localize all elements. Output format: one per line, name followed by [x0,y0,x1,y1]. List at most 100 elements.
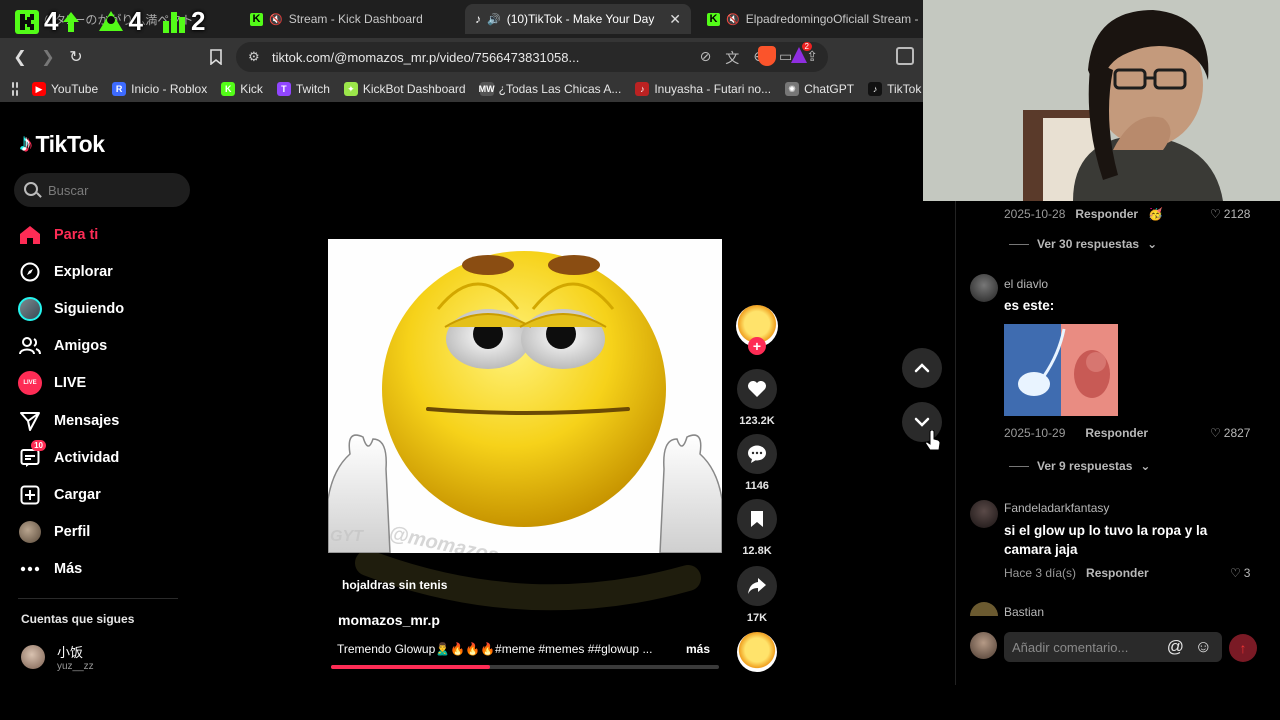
sidebar-item-siguiendo[interactable]: Siguiendo [18,290,198,327]
no-tracking-icon[interactable]: ⊘ [700,48,712,68]
chevron-down-icon: ⌄ [1147,237,1158,251]
sidebar-item-explorar[interactable]: Explorar [18,253,198,290]
like-count: 123.2K [739,415,775,427]
search-input[interactable]: Buscar [14,173,190,207]
forward-icon[interactable]: ❯ [34,43,62,71]
sidebar-item-para-ti[interactable]: Para ti [18,216,198,253]
music-disc-avatar[interactable] [737,632,777,672]
more-icon [18,557,42,581]
tiktok-logo[interactable]: ♪ TikTok [20,130,105,158]
previous-video-button[interactable] [902,348,942,388]
comment-like-count: 2827 [1223,426,1251,440]
bookmark-favicon-icon: T [276,82,291,96]
comment-action[interactable]: 1146 [737,434,777,492]
webcam-person-image [923,0,1280,201]
caption-more-link[interactable]: más [686,642,710,656]
back-icon[interactable]: ❮ [6,43,34,71]
sidebar-item-mensajes[interactable]: Mensajes [18,402,198,439]
overlay-counter-bars: 2 [161,6,205,37]
bookmark-icon[interactable] [737,499,777,539]
heart-icon[interactable] [737,369,777,409]
rewards-badge: 2 [801,42,812,51]
bookmark-item[interactable]: ♪ TikTok - [868,82,929,96]
translate-icon[interactable]: 文 [725,48,739,68]
video-player[interactable]: @momazos_mr.p [328,239,722,553]
brave-rewards-icon[interactable]: 2 [790,42,812,64]
search-icon [24,182,38,196]
share-icon[interactable]: ⇪ [806,48,818,68]
friends-icon [18,334,42,358]
avatar[interactable] [970,602,998,616]
tab-tiktok[interactable]: ♪ 🔊 (10)TikTok - Make Your Day ✕ [465,4,691,34]
comment-icon[interactable] [737,434,777,474]
comment-username[interactable]: el diavlo [1004,277,1048,291]
avatar[interactable] [970,500,998,528]
share-arrow-icon[interactable] [737,566,777,606]
bookmark-item[interactable]: R Inicio - Roblox [112,82,207,96]
bookmark-item[interactable]: ✺ ChatGPT [785,82,854,96]
muted-speaker-icon[interactable]: 🔇 [269,13,283,26]
bookmark-item[interactable]: K Kick [221,82,263,96]
heart-outline-icon[interactable]: ♡ [1210,207,1221,221]
bookmark-item[interactable]: ✦ KickBot Dashboard [343,82,466,96]
share-count: 17K [746,612,768,624]
comment-like[interactable]: ♡ 2128 [1210,207,1250,221]
sidebar-item-perfil[interactable]: Perfil [18,514,198,551]
bookmark-item[interactable]: ▶ YouTube [32,82,98,96]
heart-outline-icon[interactable]: ♡ [1210,426,1221,440]
reload-icon[interactable]: ↻ [62,43,90,71]
comment-username[interactable]: Bastian [1004,605,1044,619]
comment-text: si el glow up lo tuvo la ropa y la camar… [1004,523,1208,557]
bookmark-item[interactable]: T Twitch [276,82,330,96]
video-sound-name[interactable]: hojaldras sin tenis [342,578,447,592]
following-account[interactable]: 小饭 yuz__zz [21,642,94,672]
emoji-icon[interactable]: ☺ [1195,637,1212,657]
save-count: 12.8K [742,545,772,557]
sidebar-item-label: Cargar [54,486,101,503]
heart-outline-icon[interactable]: ♡ [1230,566,1241,580]
post-comment-button[interactable]: ↑ [1229,634,1257,662]
video-progress-bar[interactable] [331,665,719,669]
bookmark-item[interactable]: ♪ Inuyasha - Futari no... [635,82,771,96]
sidebar-item-amigos[interactable]: Amigos [18,328,198,365]
site-settings-icon[interactable]: ⚙ [248,49,260,65]
save-action[interactable]: 12.8K [737,499,777,557]
reply-button[interactable]: Responder [1086,566,1149,580]
sidebar-item-cargar[interactable]: Cargar [18,476,198,513]
sidebar-item-mas[interactable]: Más [18,551,198,588]
like-action[interactable]: 123.2K [737,369,777,427]
sidebar-item-actividad[interactable]: 10 Actividad [18,439,198,476]
add-comment-input[interactable]: Añadir comentario... @ ☺ [1004,632,1222,662]
comment-like[interactable]: ♡ 3 [1230,566,1250,580]
arrow-up-icon [63,11,80,32]
comment-sticker-image[interactable] [1004,324,1118,416]
reply-button[interactable]: Responder [1075,207,1138,221]
video-author[interactable]: momazos_mr.p [338,612,440,628]
comment-username[interactable]: Fandeladarkfantasy [1004,501,1109,515]
muted-speaker-icon[interactable]: 🔇 [726,13,740,26]
mention-icon[interactable]: @ [1167,637,1184,657]
follow-plus-icon[interactable]: + [748,337,766,355]
bookmark-page-icon[interactable] [202,43,230,71]
tab-elpadredomingo[interactable]: K 🔇 ElpadredomingoOficiall Stream - [697,4,923,34]
close-tab-icon[interactable]: ✕ [669,11,681,28]
share-action[interactable]: 17K [737,566,777,624]
avatar[interactable] [970,274,998,302]
tab-kick-dashboard[interactable]: K 🔇 Stream - Kick Dashboard [240,4,462,34]
apps-grid-icon[interactable] [12,82,18,96]
speaker-icon[interactable]: 🔊 [487,13,501,26]
bookmark-item[interactable]: MW ¿Todas Las Chicas A... [479,82,621,96]
brave-shield-icon[interactable] [758,46,776,66]
tab-title: ElpadredomingoOficiall Stream - [745,12,919,26]
sidebar-item-live[interactable]: LIVE LIVE [18,365,198,402]
extensions-icon[interactable] [896,47,914,65]
sidebar-item-label: Más [54,561,83,578]
comment-date: 2025-10-29 [1004,426,1066,440]
view-replies-button[interactable]: Ver 30 respuestas ⌄ [1009,237,1157,251]
address-bar[interactable]: ⚙ tiktok.com/@momazos_mr.p/video/7566473… [236,42,828,72]
sidebar-item-label: Amigos [54,338,108,355]
kick-icon: K [707,12,720,26]
comment-like[interactable]: ♡ 2827 [1210,426,1250,440]
reply-button[interactable]: Responder [1085,426,1148,440]
view-replies-button[interactable]: Ver 9 respuestas ⌄ [1009,459,1150,473]
